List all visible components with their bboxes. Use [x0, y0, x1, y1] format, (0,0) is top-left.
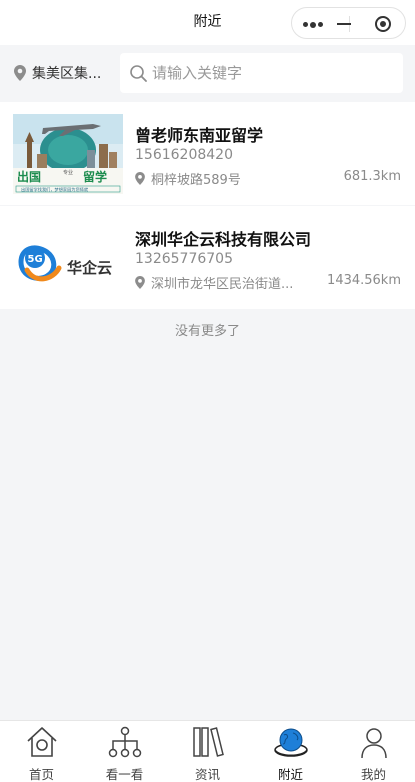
tab-home[interactable]: 首页	[0, 721, 83, 782]
books-icon	[192, 727, 224, 757]
location-selector[interactable]: 集美区集...	[14, 61, 101, 85]
distance-label: 1434.56km	[327, 273, 401, 288]
close-target-icon[interactable]	[375, 16, 391, 32]
address-text: 桐梓坡路589号	[151, 172, 241, 188]
address-text: 深圳市龙华区民治街道...	[151, 276, 294, 292]
mini-program-capsule	[291, 7, 406, 39]
company-address: 桐梓坡路589号	[135, 169, 305, 187]
tab-label: 资讯	[194, 767, 220, 782]
tab-label: 首页	[28, 767, 54, 782]
tab-news[interactable]: 资讯	[166, 721, 249, 782]
thumb-text-right: 留学	[83, 169, 107, 184]
tab-label: 附近	[277, 767, 303, 782]
company-name: 深圳华企云科技有限公司	[135, 230, 312, 249]
company-name: 曾老师东南亚留学	[135, 126, 264, 145]
company-logo: 5G 华企云	[13, 218, 123, 298]
logo-badge-text: 5G	[28, 254, 43, 265]
list-item[interactable]: 出国 留学 专业 出国留学找我们，梦想家园为您铸就 曾老师东南亚留学 15616…	[0, 102, 415, 205]
company-phone[interactable]: 15616208420	[135, 147, 233, 163]
address-pin-icon	[135, 275, 145, 289]
no-more-text: 没有更多了	[174, 324, 240, 339]
user-icon	[360, 728, 387, 759]
location-pin-icon	[14, 65, 26, 81]
globe-icon	[273, 728, 308, 757]
thumb-text-left: 出国	[17, 169, 41, 184]
search-bar-row: 集美区集...	[0, 45, 415, 102]
list-item[interactable]: 5G 华企云 深圳华企云科技有限公司 13265776705 深圳市龙华区民治街…	[0, 206, 415, 309]
location-label: 集美区集...	[32, 66, 102, 82]
company-phone[interactable]: 13265776705	[135, 251, 233, 267]
distance-label: 681.3km	[343, 169, 401, 184]
more-icon[interactable]	[303, 21, 323, 28]
home-icon	[26, 727, 57, 757]
logo-brand-text: 华企云	[67, 259, 112, 277]
tab-profile[interactable]: 我的	[332, 721, 415, 782]
search-input[interactable]	[152, 53, 392, 93]
tab-browse[interactable]: 看一看	[83, 721, 166, 782]
tab-bar: 首页 看一看 资讯 附近 我的	[0, 720, 415, 782]
tab-label: 我的	[360, 767, 386, 782]
tab-label: 看一看	[105, 767, 144, 782]
search-icon	[130, 65, 147, 82]
address-pin-icon	[135, 171, 145, 185]
tab-nearby[interactable]: 附近	[249, 721, 332, 782]
minimize-icon[interactable]	[337, 23, 351, 25]
thumb-text-bottom: 出国留学找我们，梦想家园为您铸就	[21, 186, 89, 193]
company-address: 深圳市龙华区民治街道...	[135, 273, 305, 291]
search-box[interactable]	[120, 53, 403, 93]
nav-bar: 附近	[0, 0, 415, 45]
network-icon	[108, 726, 141, 758]
study-abroad-thumbnail: 出国 留学 专业 出国留学找我们，梦想家园为您铸就	[13, 114, 123, 194]
thumb-text-tag: 专业	[63, 169, 73, 176]
